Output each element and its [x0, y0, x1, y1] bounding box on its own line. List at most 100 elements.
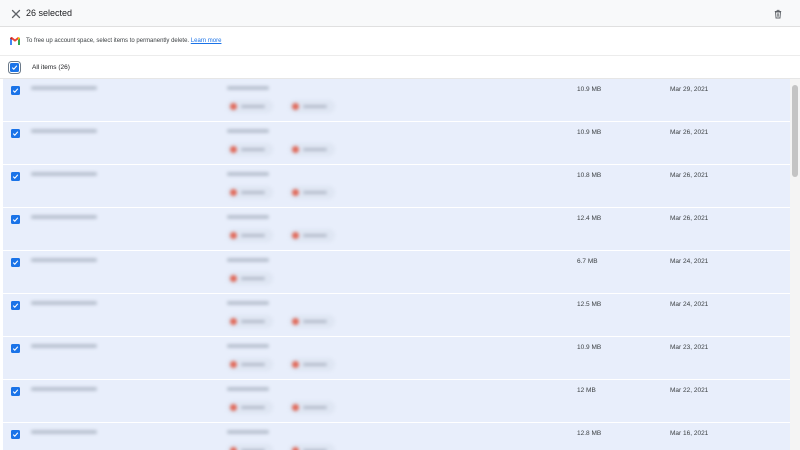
subject-redacted	[227, 215, 269, 219]
attachment-chip[interactable]	[289, 100, 335, 113]
checkmark-icon	[12, 303, 19, 309]
attachment-file-icon	[292, 146, 299, 153]
attachment-name-redacted	[241, 320, 265, 323]
attachment-chip[interactable]	[227, 358, 273, 371]
subject-redacted	[227, 430, 269, 434]
info-text: To free up account space, select items t…	[26, 38, 190, 44]
checkmark-icon	[12, 174, 19, 180]
table-row[interactable]: 10.8 MB Mar 26, 2021	[3, 165, 790, 208]
attachment-chip[interactable]	[227, 315, 273, 328]
row-checkbox[interactable]	[11, 301, 20, 310]
subject-redacted	[227, 258, 269, 262]
all-items-label: All items (26)	[32, 64, 70, 71]
attachment-chip[interactable]	[227, 143, 273, 156]
close-selection-button[interactable]	[10, 7, 22, 19]
item-date: Mar 26, 2021	[670, 129, 709, 136]
row-checkbox[interactable]	[11, 86, 20, 95]
attachment-name-redacted	[241, 234, 265, 237]
item-date: Mar 26, 2021	[670, 215, 709, 222]
attachment-chip[interactable]	[227, 401, 273, 414]
table-row[interactable]: 10.9 MB Mar 23, 2021	[3, 337, 790, 380]
sender-redacted	[31, 172, 97, 176]
attachment-chip[interactable]	[227, 100, 273, 113]
close-icon	[11, 9, 21, 19]
scrollbar-thumb[interactable]	[792, 85, 798, 177]
subject-redacted	[227, 129, 269, 133]
checkmark-icon	[12, 389, 19, 395]
subject-redacted	[227, 344, 269, 348]
item-size: 10.8 MB	[577, 172, 602, 179]
scrollbar[interactable]	[790, 79, 800, 450]
table-row[interactable]: 12 MB Mar 22, 2021	[3, 380, 790, 423]
table-row[interactable]: 6.7 MB Mar 24, 2021	[3, 251, 790, 294]
attachment-chip[interactable]	[227, 272, 273, 285]
checkmark-icon	[12, 432, 19, 438]
sender-redacted	[31, 129, 97, 133]
gmail-logo-icon	[10, 37, 20, 45]
attachment-file-icon	[292, 189, 299, 196]
attachment-file-icon	[292, 404, 299, 411]
selection-toolbar: 26 selected	[0, 0, 800, 27]
sender-redacted	[31, 344, 97, 348]
row-checkbox[interactable]	[11, 258, 20, 267]
attachment-file-icon	[292, 361, 299, 368]
learn-more-link[interactable]: Learn more	[191, 38, 222, 44]
attachment-name-redacted	[241, 363, 265, 366]
subject-redacted	[227, 172, 269, 176]
item-size: 10.9 MB	[577, 129, 602, 136]
sender-redacted	[31, 258, 97, 262]
attachment-name-redacted	[241, 277, 265, 280]
item-date: Mar 29, 2021	[670, 86, 709, 93]
item-size: 12.4 MB	[577, 215, 602, 222]
item-size: 12.8 MB	[577, 430, 602, 437]
subject-redacted	[227, 301, 269, 305]
attachment-chip[interactable]	[289, 186, 335, 199]
checkmark-icon	[12, 131, 19, 137]
checkmark-icon	[11, 65, 18, 71]
item-date: Mar 23, 2021	[670, 344, 709, 351]
attachment-file-icon	[230, 361, 237, 368]
attachment-file-icon	[292, 232, 299, 239]
attachment-chip[interactable]	[227, 186, 273, 199]
subject-redacted	[227, 387, 269, 391]
attachment-chip[interactable]	[289, 143, 335, 156]
row-checkbox[interactable]	[11, 172, 20, 181]
attachment-name-redacted	[303, 105, 327, 108]
checkmark-icon	[12, 88, 19, 94]
attachment-file-icon	[292, 318, 299, 325]
table-row[interactable]: 10.9 MB Mar 26, 2021	[3, 122, 790, 165]
attachment-chip[interactable]	[289, 358, 335, 371]
attachment-chip[interactable]	[289, 444, 335, 450]
table-row[interactable]: 12.8 MB Mar 16, 2021	[3, 423, 790, 450]
row-checkbox[interactable]	[11, 215, 20, 224]
attachment-file-icon	[292, 103, 299, 110]
attachment-chip[interactable]	[227, 444, 273, 450]
table-row[interactable]: 12.4 MB Mar 26, 2021	[3, 208, 790, 251]
item-list: 10.9 MB Mar 29, 2021 10.9 MB Mar 26, 202…	[3, 79, 790, 450]
row-checkbox[interactable]	[11, 129, 20, 138]
attachment-chip[interactable]	[289, 315, 335, 328]
attachment-file-icon	[230, 103, 237, 110]
sender-redacted	[31, 430, 97, 434]
item-size: 10.9 MB	[577, 86, 602, 93]
selected-count: 26 selected	[26, 8, 73, 18]
attachment-chip[interactable]	[289, 229, 335, 242]
delete-button[interactable]	[769, 5, 786, 22]
row-checkbox[interactable]	[11, 344, 20, 353]
table-row[interactable]: 10.9 MB Mar 29, 2021	[3, 79, 790, 122]
attachment-file-icon	[230, 404, 237, 411]
attachment-name-redacted	[241, 406, 265, 409]
table-row[interactable]: 12.5 MB Mar 24, 2021	[3, 294, 790, 337]
attachment-chip[interactable]	[289, 401, 335, 414]
trash-icon	[774, 9, 781, 18]
attachment-chip[interactable]	[227, 229, 273, 242]
checkmark-icon	[12, 217, 19, 223]
attachment-name-redacted	[241, 148, 265, 151]
item-size: 10.9 MB	[577, 344, 602, 351]
row-checkbox[interactable]	[11, 387, 20, 396]
attachment-name-redacted	[303, 148, 327, 151]
select-all-checkbox[interactable]	[8, 61, 21, 74]
row-checkbox[interactable]	[11, 430, 20, 439]
attachment-file-icon	[230, 146, 237, 153]
sender-redacted	[31, 86, 97, 90]
